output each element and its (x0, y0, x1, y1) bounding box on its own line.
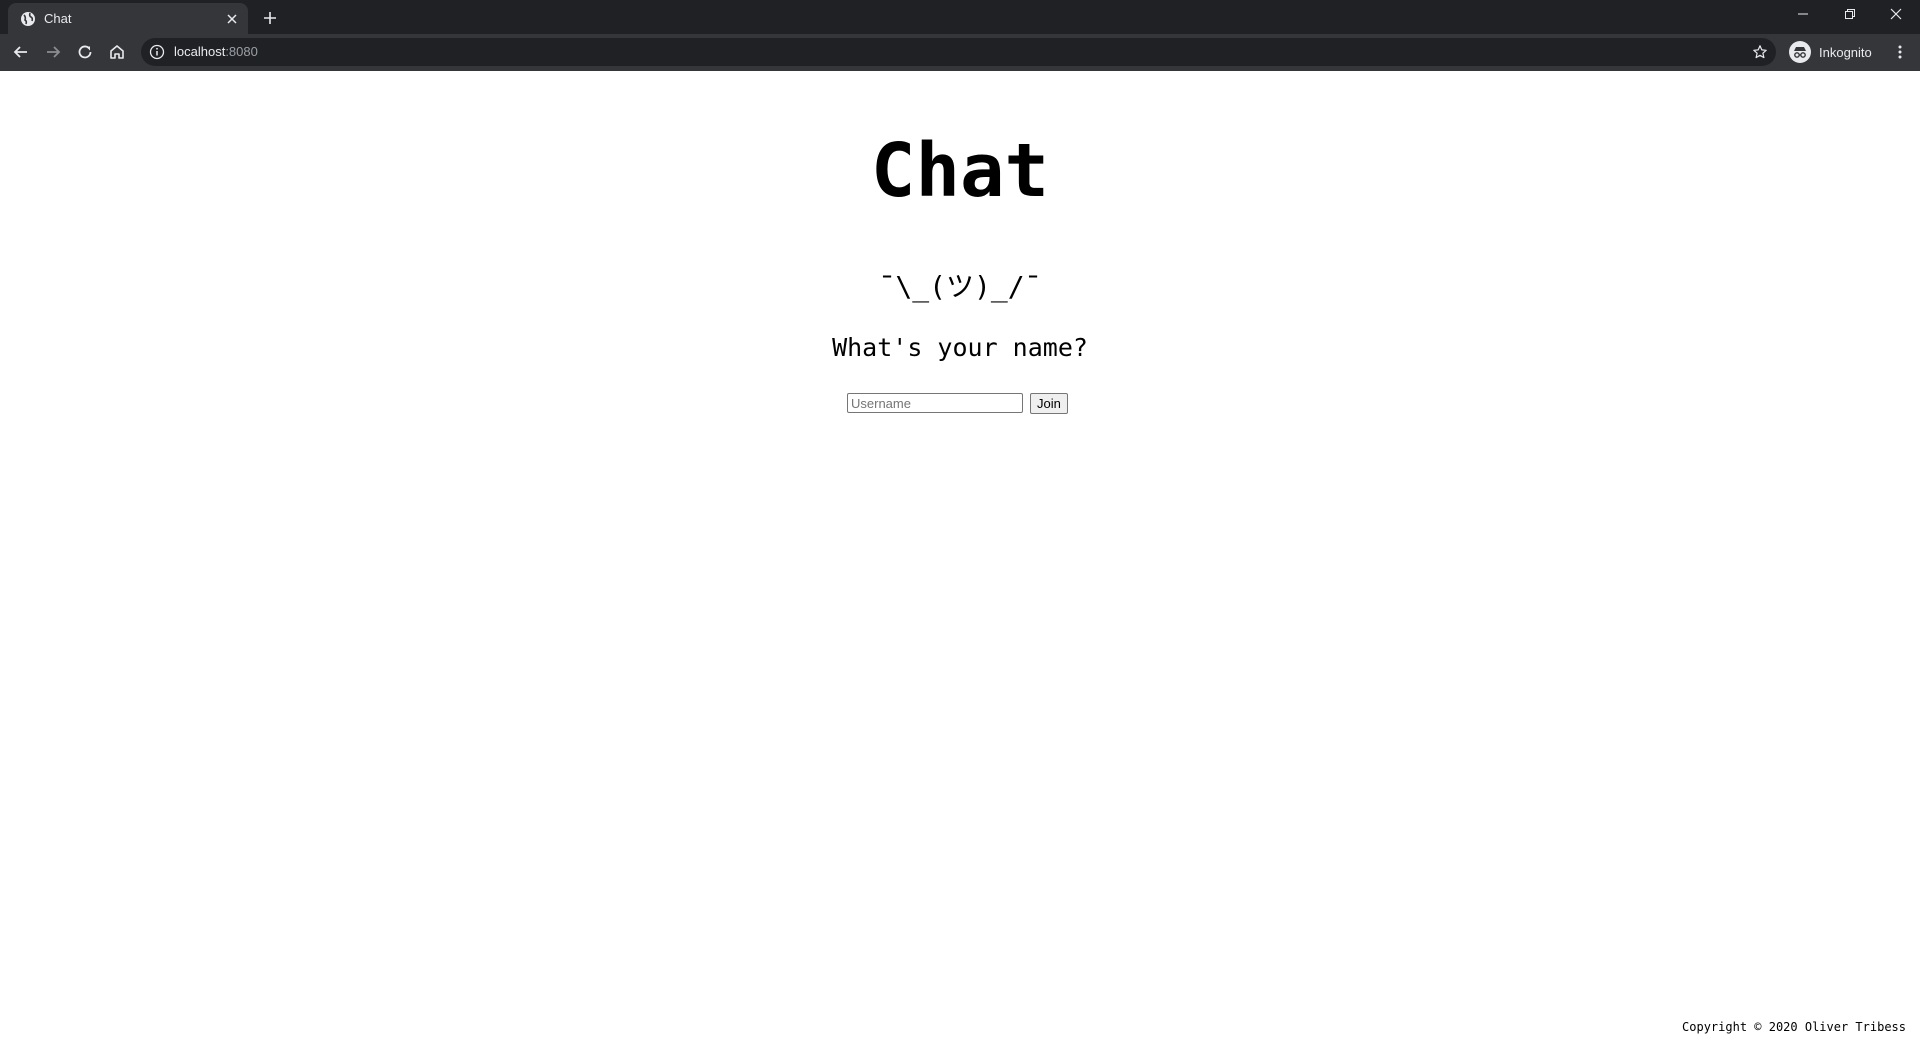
browser-menu-button[interactable] (1888, 40, 1912, 64)
home-icon (110, 45, 124, 59)
page-title: Chat (870, 128, 1050, 214)
back-button[interactable] (9, 40, 33, 64)
tab-strip: Chat (0, 0, 1920, 34)
kebab-menu-icon (1898, 45, 1902, 59)
browser-chrome: Chat localhost:8080 Inkognito (0, 0, 1920, 71)
url-host: localhost (174, 44, 226, 59)
reload-icon (78, 45, 92, 59)
tab-title: Chat (44, 11, 72, 26)
info-icon[interactable] (149, 44, 165, 60)
close-window-button[interactable] (1873, 0, 1919, 28)
address-bar[interactable]: localhost:8080 (141, 38, 1776, 66)
incognito-profile-button[interactable]: Inkognito (1785, 38, 1882, 66)
name-prompt: What's your name? (832, 333, 1088, 362)
back-arrow-icon (13, 46, 27, 58)
copyright-footer: Copyright © 2020 Oliver Tribess (1682, 1020, 1906, 1034)
globe-icon (20, 11, 36, 27)
tab-close-icon[interactable] (224, 11, 240, 27)
shrug-emoticon: ¯\_(ツ)_/¯ (878, 270, 1042, 303)
home-button[interactable] (105, 40, 129, 64)
page-content: Chat ¯\_(ツ)_/¯ What's your name? Join Co… (0, 71, 1920, 1050)
minimize-icon (1798, 13, 1808, 15)
url-port: :8080 (225, 44, 258, 59)
new-tab-plus-icon[interactable] (260, 8, 280, 28)
minimize-button[interactable] (1780, 0, 1826, 28)
bookmark-star-icon[interactable] (1752, 44, 1768, 60)
forward-arrow-icon (47, 46, 61, 58)
join-button[interactable]: Join (1030, 392, 1068, 414)
url-text: localhost:8080 (174, 44, 258, 60)
username-input[interactable] (847, 393, 1023, 413)
close-icon (1890, 8, 1902, 20)
restore-icon (1845, 9, 1855, 19)
forward-button[interactable] (41, 40, 65, 64)
tab-chat[interactable]: Chat (8, 3, 248, 34)
incognito-icon (1789, 41, 1811, 63)
reload-button[interactable] (73, 40, 97, 64)
restore-button[interactable] (1827, 0, 1873, 28)
browser-toolbar: localhost:8080 Inkognito (0, 34, 1920, 71)
profile-label: Inkognito (1819, 44, 1872, 60)
join-form: Join (847, 392, 1068, 414)
